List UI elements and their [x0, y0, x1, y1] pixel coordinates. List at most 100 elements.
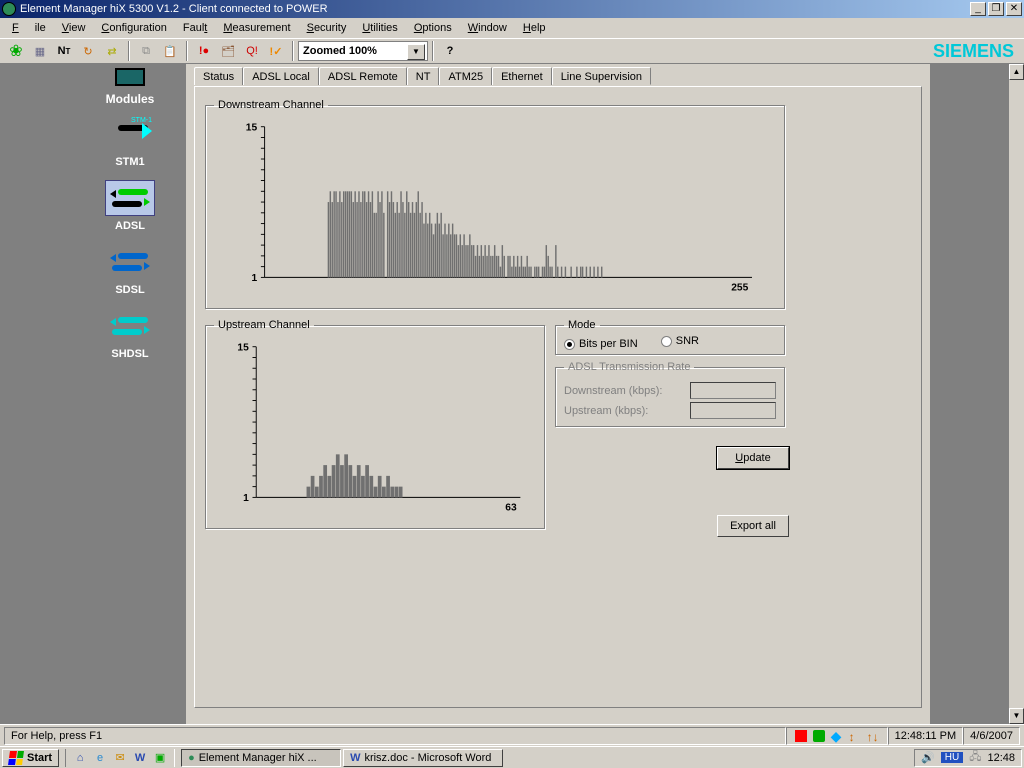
tray-clock: 12:48: [987, 752, 1015, 764]
rate-group: ADSL Transmission Rate Downstream (kbps)…: [555, 361, 785, 427]
module-stm1[interactable]: STM-1 STM1: [105, 116, 155, 168]
ql-word-icon[interactable]: W: [132, 750, 148, 766]
menu-security[interactable]: Security: [299, 20, 355, 36]
downstream-group: Downstream Channel 115255: [205, 99, 785, 309]
transfer-icon[interactable]: ⇄: [101, 40, 123, 62]
module-chip-icon: [115, 68, 145, 86]
left-gutter: [0, 64, 74, 724]
title-bar: Element Manager hiX 5300 V1.2 - Client c…: [0, 0, 1024, 18]
refresh-icon[interactable]: ↻: [77, 40, 99, 62]
brand-logo: SIEMENS: [933, 41, 1020, 62]
book-icon[interactable]: 🗂: [217, 40, 239, 62]
update-button[interactable]: Update: [717, 447, 789, 469]
ql-outlook-icon[interactable]: ✉: [112, 750, 128, 766]
tray-lang[interactable]: HU: [941, 752, 963, 763]
restore-button[interactable]: ❐: [988, 2, 1004, 16]
start-button[interactable]: Start: [2, 749, 59, 767]
quick-launch: ⌂ e ✉ W ▣: [65, 749, 175, 767]
close-button[interactable]: ✕: [1006, 2, 1022, 16]
tab-line-supervision[interactable]: Line Supervision: [552, 67, 651, 85]
alert-orange-icon[interactable]: !✓: [265, 40, 287, 62]
paste-icon[interactable]: 📋: [159, 40, 181, 62]
tab-bar: StatusADSL LocalADSL RemoteNTATM25Ethern…: [186, 64, 930, 84]
upstream-legend: Upstream Channel: [214, 319, 314, 331]
windows-flag-icon: [8, 751, 24, 765]
scroll-up-icon[interactable]: ▲: [1009, 64, 1024, 80]
module-label: SHDSL: [111, 348, 148, 360]
module-column: Modules STM-1 STM1 ADSL SDSL: [74, 64, 186, 724]
tray-volume-icon[interactable]: 🔊: [921, 751, 935, 764]
export-button[interactable]: Export all: [717, 515, 789, 537]
tab-status[interactable]: Status: [194, 67, 243, 85]
grid-icon[interactable]: ▦: [29, 40, 51, 62]
status-date: 4/6/2007: [963, 727, 1020, 745]
tree-icon[interactable]: ❀: [5, 40, 27, 62]
svg-text:63: 63: [505, 502, 517, 513]
svg-text:15: 15: [237, 343, 249, 353]
mode-legend: Mode: [564, 319, 600, 331]
tab-adsl-remote[interactable]: ADSL Remote: [319, 67, 407, 85]
menu-bar: File View Configuration Fault Measuremen…: [0, 18, 1024, 38]
rate-legend: ADSL Transmission Rate: [564, 361, 694, 373]
menu-options[interactable]: Options: [406, 20, 460, 36]
module-shdsl[interactable]: SHDSL: [105, 308, 155, 360]
vertical-scrollbar[interactable]: ▲ ▼: [1008, 64, 1024, 724]
search-alert-icon[interactable]: Q!: [241, 40, 263, 62]
menu-utilities[interactable]: Utilities: [354, 20, 405, 36]
right-gutter: ▲ ▼: [930, 64, 1024, 724]
task-krisz.doc[interactable]: Wkrisz.doc - Microsoft Word: [343, 749, 503, 767]
tab-adsl-local[interactable]: ADSL Local: [243, 67, 319, 85]
app-icon: [2, 2, 16, 16]
ql-player-icon[interactable]: ▣: [152, 750, 168, 766]
toolbar: ❀ ▦ NT ↻ ⇄ ⧉ 📋 !● 🗂 Q! !✓ Zoomed 100% ? …: [0, 38, 1024, 64]
downstream-legend: Downstream Channel: [214, 99, 328, 111]
module-adsl[interactable]: ADSL: [105, 180, 155, 232]
menu-view[interactable]: View: [54, 20, 94, 36]
module-label: ADSL: [115, 220, 145, 232]
rate-down-label: Downstream (kbps):: [564, 385, 690, 397]
status-bar: For Help, press F1 ◆ ↕ ↑↓ 12:48:11 PM 4/…: [0, 724, 1024, 746]
led-green-icon: [813, 730, 825, 742]
menu-configuration[interactable]: Configuration: [93, 20, 174, 36]
ql-ie-icon[interactable]: e: [92, 750, 108, 766]
rate-up-value: [690, 402, 776, 419]
status-time: 12:48:11 PM: [888, 727, 964, 745]
modules-header: Modules: [106, 92, 155, 106]
tab-nt[interactable]: NT: [407, 67, 440, 85]
tray-network-icon[interactable]: 🖧: [969, 748, 981, 767]
svg-text:1: 1: [243, 493, 249, 504]
content-panel: StatusADSL LocalADSL RemoteNTATM25Ethern…: [186, 64, 930, 724]
zoom-select[interactable]: Zoomed 100%: [298, 41, 428, 61]
nt-icon[interactable]: NT: [53, 40, 75, 62]
taskbar: Start ⌂ e ✉ W ▣ ●Element Manager hiX ...…: [0, 746, 1024, 768]
tab-atm25[interactable]: ATM25: [439, 67, 492, 85]
menu-window[interactable]: Window: [460, 20, 515, 36]
rate-up-label: Upstream (kbps):: [564, 405, 690, 417]
module-label: SDSL: [115, 284, 144, 296]
system-tray[interactable]: 🔊 HU 🖧 12:48: [914, 749, 1022, 767]
menu-help[interactable]: Help: [515, 20, 554, 36]
window-title: Element Manager hiX 5300 V1.2 - Client c…: [20, 3, 328, 15]
led-red-icon: [795, 730, 807, 742]
scroll-down-icon[interactable]: ▼: [1009, 708, 1024, 724]
menu-measurement[interactable]: Measurement: [215, 20, 298, 36]
svg-text:15: 15: [246, 123, 258, 133]
menu-file[interactable]: File: [4, 20, 54, 36]
alert-red-icon[interactable]: !●: [193, 40, 215, 62]
rate-down-value: [690, 382, 776, 399]
tab-ethernet[interactable]: Ethernet: [492, 67, 552, 85]
minimize-button[interactable]: _: [970, 2, 986, 16]
task-element[interactable]: ●Element Manager hiX ...: [181, 749, 341, 767]
help-icon[interactable]: ?: [439, 40, 461, 62]
mode-group: Mode Bits per BIN SNR: [555, 319, 785, 355]
mode-bits-radio[interactable]: Bits per BIN: [564, 338, 638, 350]
ql-desktop-icon[interactable]: ⌂: [72, 750, 88, 766]
module-sdsl[interactable]: SDSL: [105, 244, 155, 296]
status-help: For Help, press F1: [4, 727, 786, 745]
upstream-chart: 1 15 63: [224, 343, 534, 516]
copy-icon[interactable]: ⧉: [135, 40, 157, 62]
mode-snr-radio[interactable]: SNR: [661, 335, 699, 347]
downstream-chart: 115255: [224, 123, 774, 296]
tab-body: Downstream Channel 115255 Upstream Chann…: [194, 86, 922, 708]
menu-fault[interactable]: Fault: [175, 20, 215, 36]
